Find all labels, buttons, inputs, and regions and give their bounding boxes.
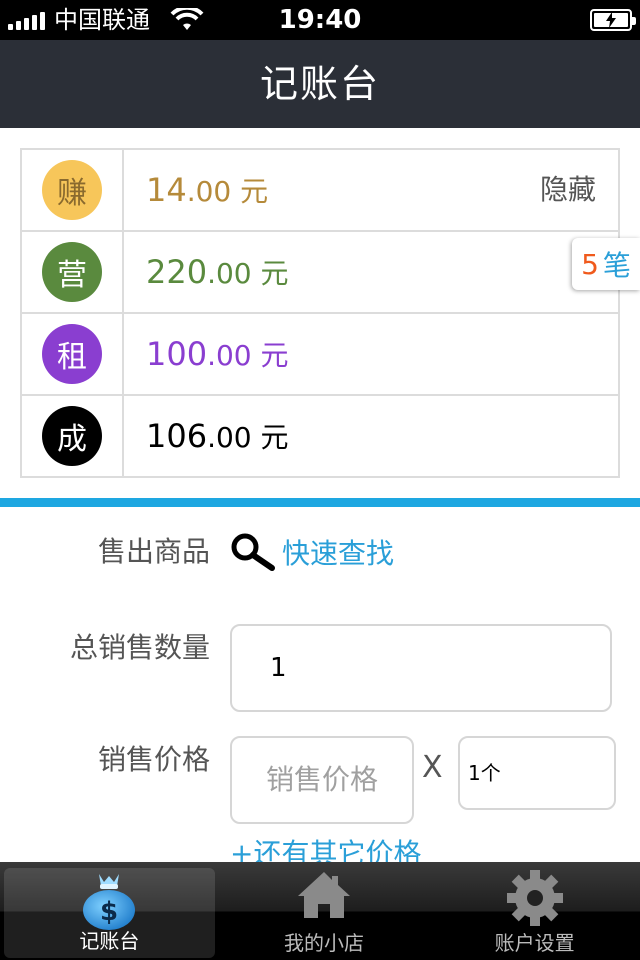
- status-bar: 中国联通 19:40: [0, 0, 640, 40]
- cost-badge: 成: [42, 406, 102, 466]
- revenue-amount: 220.00 元: [146, 253, 289, 291]
- svg-text:$: $: [100, 897, 118, 927]
- transaction-count-unit: 笔: [602, 249, 631, 282]
- summary-row-revenue: 营 220.00 元: [22, 232, 618, 314]
- summary-row-earn: 赚 14.00 元 隐藏: [22, 150, 618, 232]
- goods-label: 售出商品: [97, 535, 210, 568]
- money-bag-icon: $: [83, 874, 136, 930]
- tab-account-settings[interactable]: 账户设置: [429, 862, 640, 960]
- section-divider: [0, 498, 640, 507]
- tab-my-shop[interactable]: 我的小店: [219, 862, 430, 960]
- rent-badge: 租: [42, 324, 102, 384]
- gear-icon: [506, 870, 563, 926]
- price-input[interactable]: 销售价格: [230, 736, 414, 824]
- home-icon: [298, 872, 350, 918]
- page-title: 记账台: [259, 62, 380, 106]
- earn-badge: 赚: [42, 160, 102, 220]
- nav-bar: 记账台: [0, 40, 640, 128]
- rent-amount: 100.00 元: [146, 335, 289, 373]
- summary-row-cost: 成 106.00 元: [22, 396, 618, 476]
- search-icon: [231, 533, 275, 571]
- quick-find-label: 快速查找: [282, 537, 395, 570]
- cost-amount: 106.00 元: [146, 417, 289, 455]
- tab-bookkeeping[interactable]: $ 记账台: [4, 868, 215, 958]
- multiply-sign: X: [422, 750, 443, 785]
- hide-button[interactable]: 隐藏: [540, 168, 596, 208]
- quantity-label: 总销售数量: [69, 631, 210, 664]
- tab-label: 我的小店: [284, 931, 364, 955]
- battery-icon: [590, 9, 636, 31]
- transaction-count-tab[interactable]: 5笔: [572, 238, 640, 290]
- tab-bar: $ 记账台 我的小店 账户设置: [0, 862, 640, 960]
- transaction-count: 5: [581, 247, 599, 281]
- revenue-badge: 营: [42, 242, 102, 302]
- quantity-input[interactable]: 1: [230, 624, 612, 712]
- earn-amount: 14.00 元: [146, 171, 269, 209]
- clock: 19:40: [278, 5, 362, 35]
- quick-find-link[interactable]: 快速查找: [230, 532, 394, 572]
- unit-input[interactable]: 1个: [458, 736, 616, 810]
- price-label: 销售价格: [97, 743, 210, 776]
- summary-table: 赚 14.00 元 隐藏 营 220.00 元 租 100.00 元 成 106…: [20, 148, 620, 478]
- summary-row-rent: 租 100.00 元: [22, 314, 618, 396]
- tab-label: 账户设置: [494, 931, 575, 955]
